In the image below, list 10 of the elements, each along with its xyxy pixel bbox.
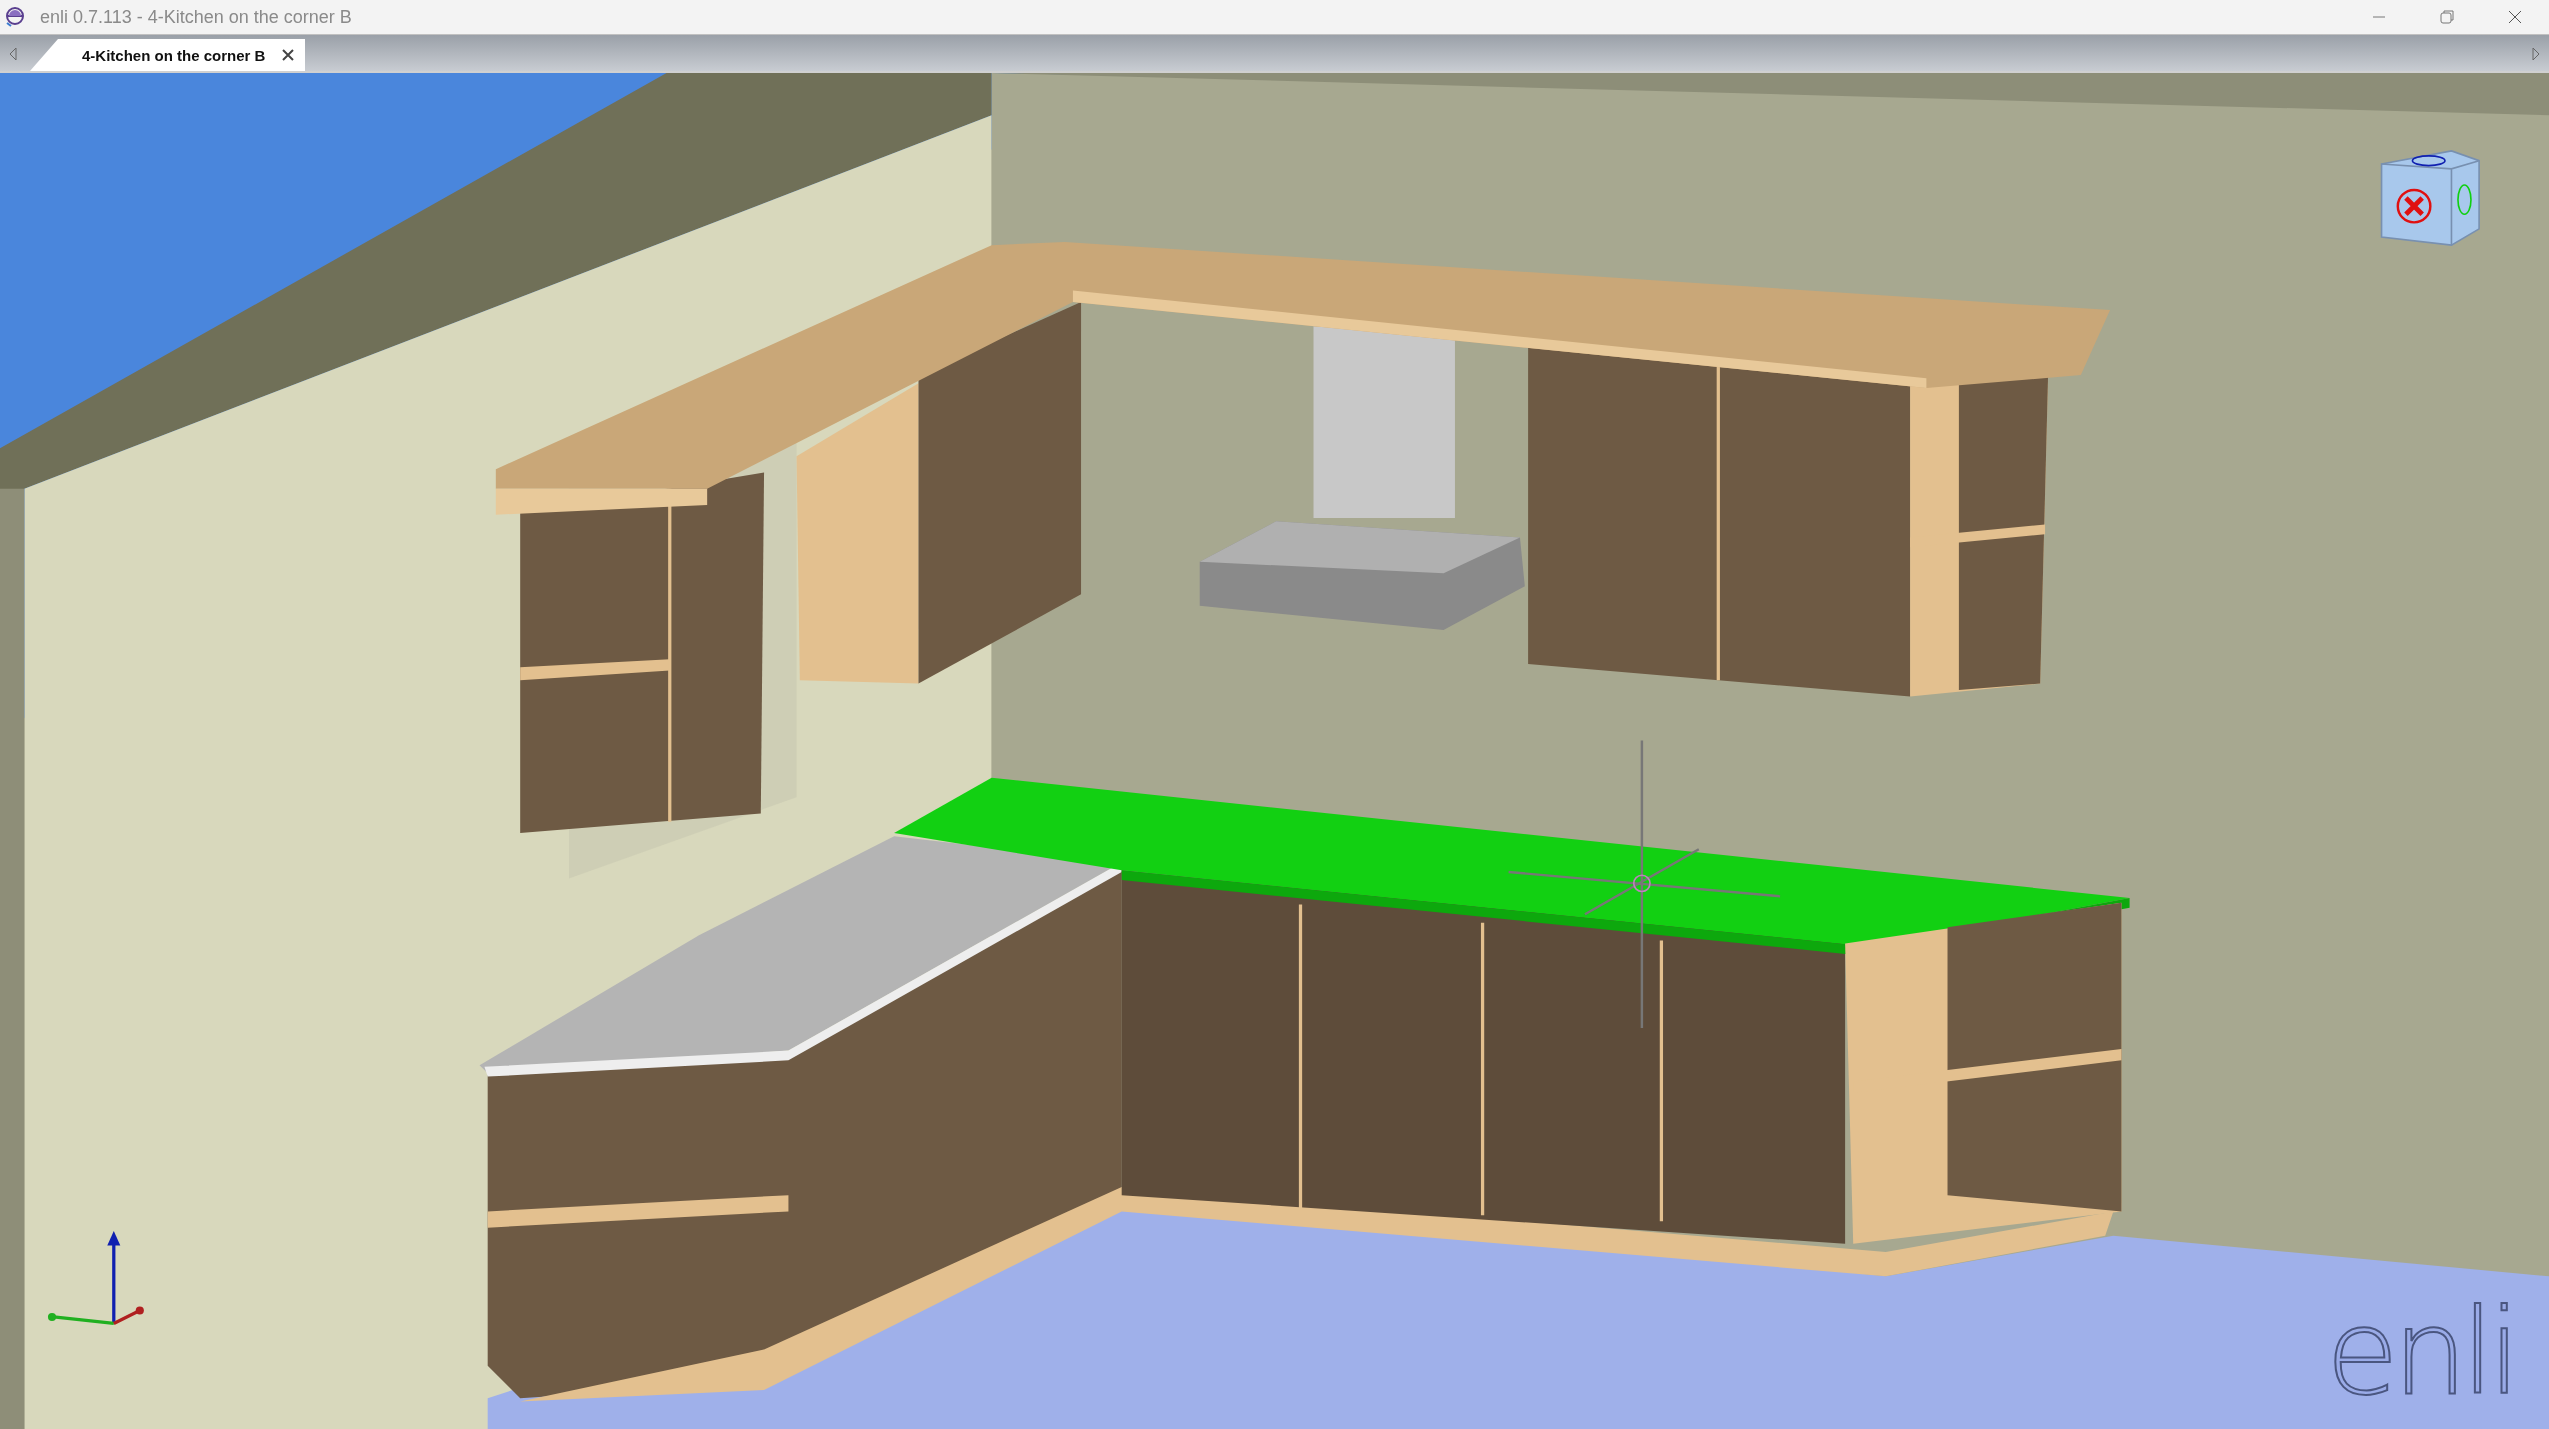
restore-icon[interactable] <box>2439 9 2455 25</box>
window-title: enli 0.7.113 - 4-Kitchen on the corner B <box>40 6 353 28</box>
close-icon[interactable] <box>2507 9 2523 25</box>
app-logo: enli <box>2326 1283 2515 1421</box>
scroll-left-icon[interactable] <box>8 47 18 61</box>
app-logo-icon <box>4 6 26 28</box>
document-tab[interactable]: 4-Kitchen on the corner B <box>30 39 306 71</box>
axis-triad-icon <box>47 1230 144 1326</box>
scroll-right-icon[interactable] <box>2531 47 2541 61</box>
view-cube-icon[interactable] <box>2380 150 2480 246</box>
